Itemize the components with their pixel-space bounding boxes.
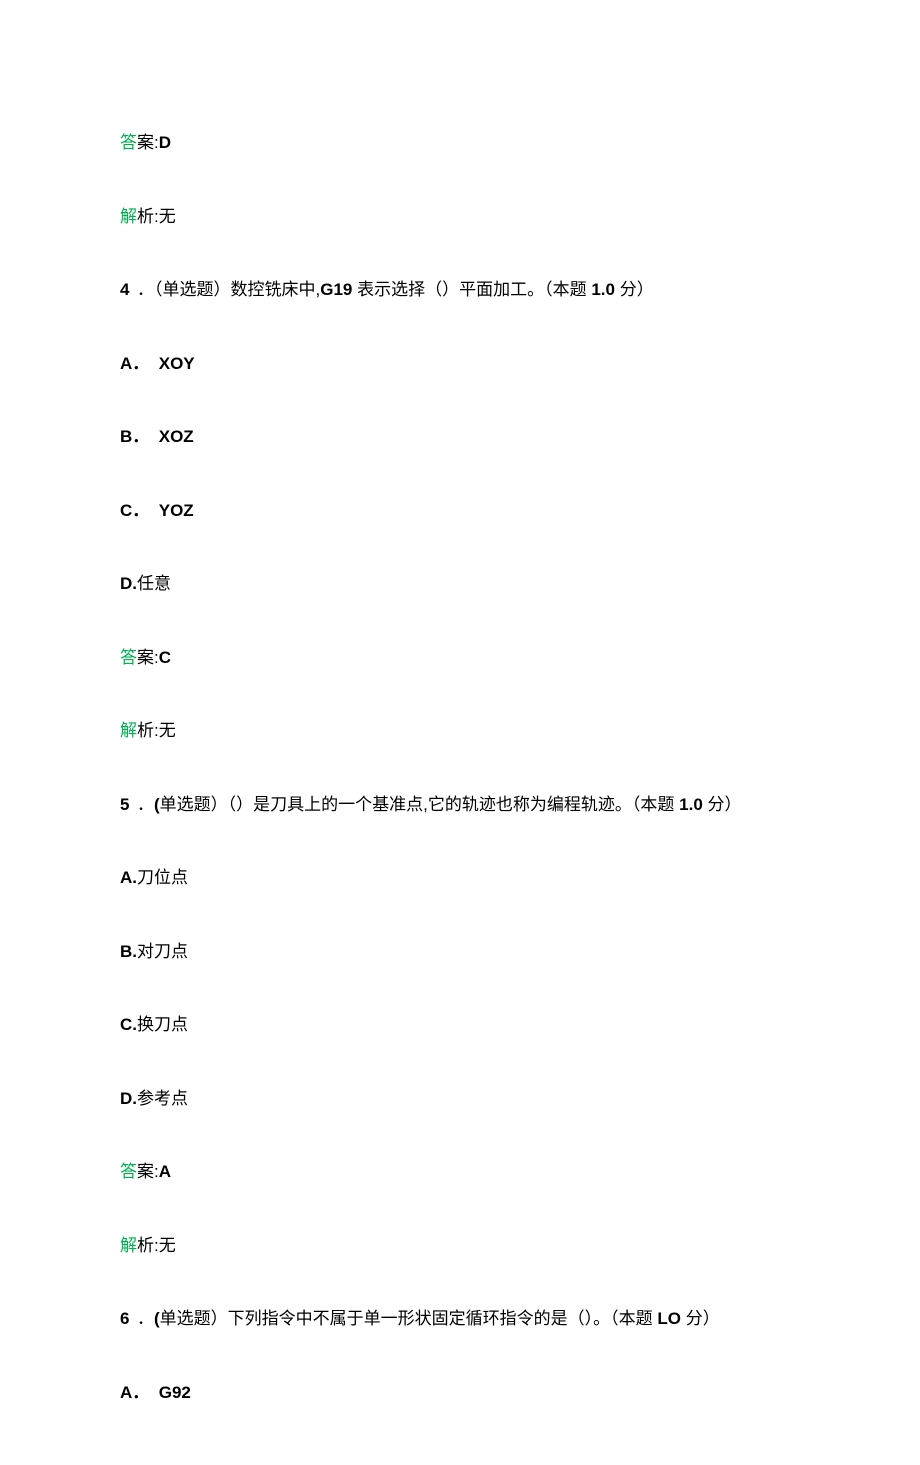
q4-explanation: 解析:无: [120, 718, 800, 744]
q4-stem-a: 数控铣床中,: [231, 280, 321, 299]
answer-prefix-cn: 答: [120, 648, 137, 667]
q4-stem-c: 表示选择（）平面加工。: [352, 280, 544, 299]
q6-stem: 6．(单选题）下列指令中不属于单一形状固定循环指令的是（）。（本题 LO 分）: [120, 1306, 800, 1332]
q4-points-suffix: 分）: [615, 280, 654, 299]
q4-optA-val: XOY: [159, 354, 195, 373]
q5-answer-value: A: [159, 1162, 171, 1181]
q5-dot: ．: [137, 795, 154, 814]
q5-number: 5: [120, 792, 137, 818]
q4-optB-val: XOZ: [159, 427, 194, 446]
q4-optA-label: A．: [120, 354, 149, 373]
q4-optC-val: YOZ: [159, 501, 194, 520]
q4-type: （单选题）: [154, 280, 231, 299]
explain-prefix-rest: 析:无: [137, 1236, 176, 1255]
q6-number: 6: [120, 1306, 137, 1332]
q5-points-suffix: 分）: [703, 795, 742, 814]
q5-stem: 5．(单选题）（）是刀具上的一个基准点,它的轨迹也称为编程轨迹。（本题 1.0 …: [120, 792, 800, 818]
answer-prefix-rest: 案:: [137, 133, 159, 152]
q6-option-a: A． G92: [120, 1380, 800, 1406]
q5-option-d: D.参考点: [120, 1086, 800, 1112]
q5-optB-label: B.: [120, 942, 137, 961]
q6-stem-text: 下列指令中不属于单一形状固定循环指令的是（）。: [228, 1309, 611, 1328]
q4-stem-b: G19: [320, 280, 352, 299]
q5-optB-val: 对刀点: [137, 942, 188, 961]
answer-prefix-cn: 答: [120, 133, 137, 152]
explain-prefix-cn: 解: [120, 207, 137, 226]
q5-optC-label: C.: [120, 1015, 137, 1034]
q5-stem-text: （）是刀具上的一个基准点,它的轨迹也称为编程轨迹。: [228, 795, 632, 814]
q4-answer: 答案:C: [120, 645, 800, 671]
q4-optC-label: C．: [120, 501, 149, 520]
explain-prefix-rest: 析:无: [137, 207, 176, 226]
q6-optA-val: G92: [159, 1383, 191, 1402]
q4-option-b: B． XOZ: [120, 424, 800, 450]
q5-option-c: C.换刀点: [120, 1012, 800, 1038]
q5-answer: 答案:A: [120, 1159, 800, 1185]
q5-points-open: （本题: [632, 795, 679, 814]
q4-optB-label: B．: [120, 427, 149, 446]
q6-points-suffix: 分）: [681, 1309, 720, 1328]
q5-option-a: A.刀位点: [120, 865, 800, 891]
q6-optA-label: A．: [120, 1383, 149, 1402]
q4-points-val: 1.0: [591, 280, 615, 299]
q5-points-val: 1.0: [679, 795, 703, 814]
explain-prefix-cn: 解: [120, 1236, 137, 1255]
q5-optD-val: 参考点: [137, 1089, 188, 1108]
q4-option-c: C． YOZ: [120, 498, 800, 524]
q3-answer-value: D: [159, 133, 171, 152]
q5-type-text: 单选题）: [160, 795, 228, 814]
q6-points-val: LO: [657, 1309, 681, 1328]
answer-prefix-rest: 案:: [137, 648, 159, 667]
answer-prefix-cn: 答: [120, 1162, 137, 1181]
answer-prefix-rest: 案:: [137, 1162, 159, 1181]
q4-option-d: D.任意: [120, 571, 800, 597]
explain-prefix-rest: 析:无: [137, 721, 176, 740]
q5-optA-val: 刀位点: [137, 868, 188, 887]
q4-stem: 4．（单选题）数控铣床中,G19 表示选择（）平面加工。（本题 1.0 分）: [120, 277, 800, 303]
q3-explanation: 解析:无: [120, 204, 800, 230]
q4-optD-label: D.: [120, 574, 137, 593]
q5-optD-label: D.: [120, 1089, 137, 1108]
q6-type-text: 单选题）: [160, 1309, 228, 1328]
explain-prefix-cn: 解: [120, 721, 137, 740]
q5-optA-label: A.: [120, 868, 137, 887]
q5-explanation: 解析:无: [120, 1233, 800, 1259]
q4-points-open: （本题: [544, 280, 591, 299]
q5-optC-val: 换刀点: [137, 1015, 188, 1034]
q4-dot: ．: [137, 280, 154, 299]
q4-option-a: A． XOY: [120, 351, 800, 377]
q3-answer: 答案:D: [120, 130, 800, 156]
q4-optD-val: 任意: [137, 574, 171, 593]
q4-number: 4: [120, 277, 137, 303]
q5-option-b: B.对刀点: [120, 939, 800, 965]
q6-points-open: （本题: [610, 1309, 657, 1328]
q6-dot: ．: [137, 1309, 154, 1328]
q4-answer-value: C: [159, 648, 171, 667]
